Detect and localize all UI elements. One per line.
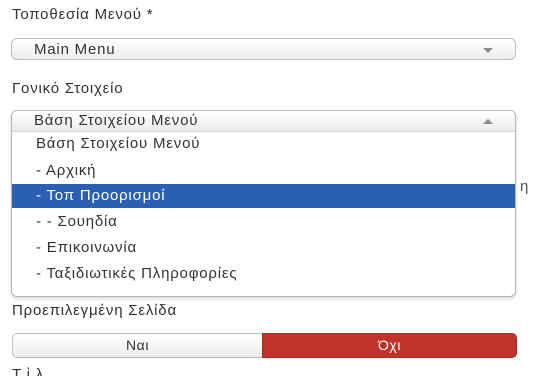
default-page-yes-button[interactable]: Ναι xyxy=(12,333,262,358)
dropdown-option[interactable]: - Επικοινωνία xyxy=(12,236,515,260)
dropdown-option[interactable]: Βάση Στοιχείου Μενού xyxy=(12,132,515,156)
parent-item-select[interactable]: Βάση Στοιχείου Μενού xyxy=(12,111,515,132)
menu-item-form: Τοποθεσία Μενού * Main Menu Γονικό Στοιχ… xyxy=(0,0,534,376)
next-section-label: Τ ἱ λ xyxy=(12,366,45,376)
clipped-side-text: η xyxy=(520,178,529,195)
chevron-up-icon xyxy=(483,119,493,124)
parent-item-label: Γονικό Στοιχείο xyxy=(12,80,124,97)
default-page-no-button[interactable]: Όχι xyxy=(262,333,517,358)
parent-item-value: Βάση Στοιχείου Μενού xyxy=(34,112,199,129)
dropdown-option[interactable]: - Αρχική xyxy=(12,159,515,183)
chevron-down-icon xyxy=(483,48,493,53)
dropdown-option-selected[interactable]: - Τοπ Προορισμοί xyxy=(12,184,515,208)
menu-location-value: Main Menu xyxy=(34,41,116,58)
default-page-label: Προεπιλεγμένη Σελίδα xyxy=(12,302,177,319)
dropdown-option[interactable]: - Ταξιδιωτικές Πληροφορίες xyxy=(12,262,515,286)
menu-location-select[interactable]: Main Menu xyxy=(11,38,516,60)
menu-location-label: Τοποθεσία Μενού * xyxy=(12,6,154,23)
dropdown-option[interactable]: - - Σουηδία xyxy=(12,210,515,234)
parent-item-dropdown[interactable]: Βάση Στοιχείου Μενού Βάση Στοιχείου Μενο… xyxy=(11,110,516,297)
